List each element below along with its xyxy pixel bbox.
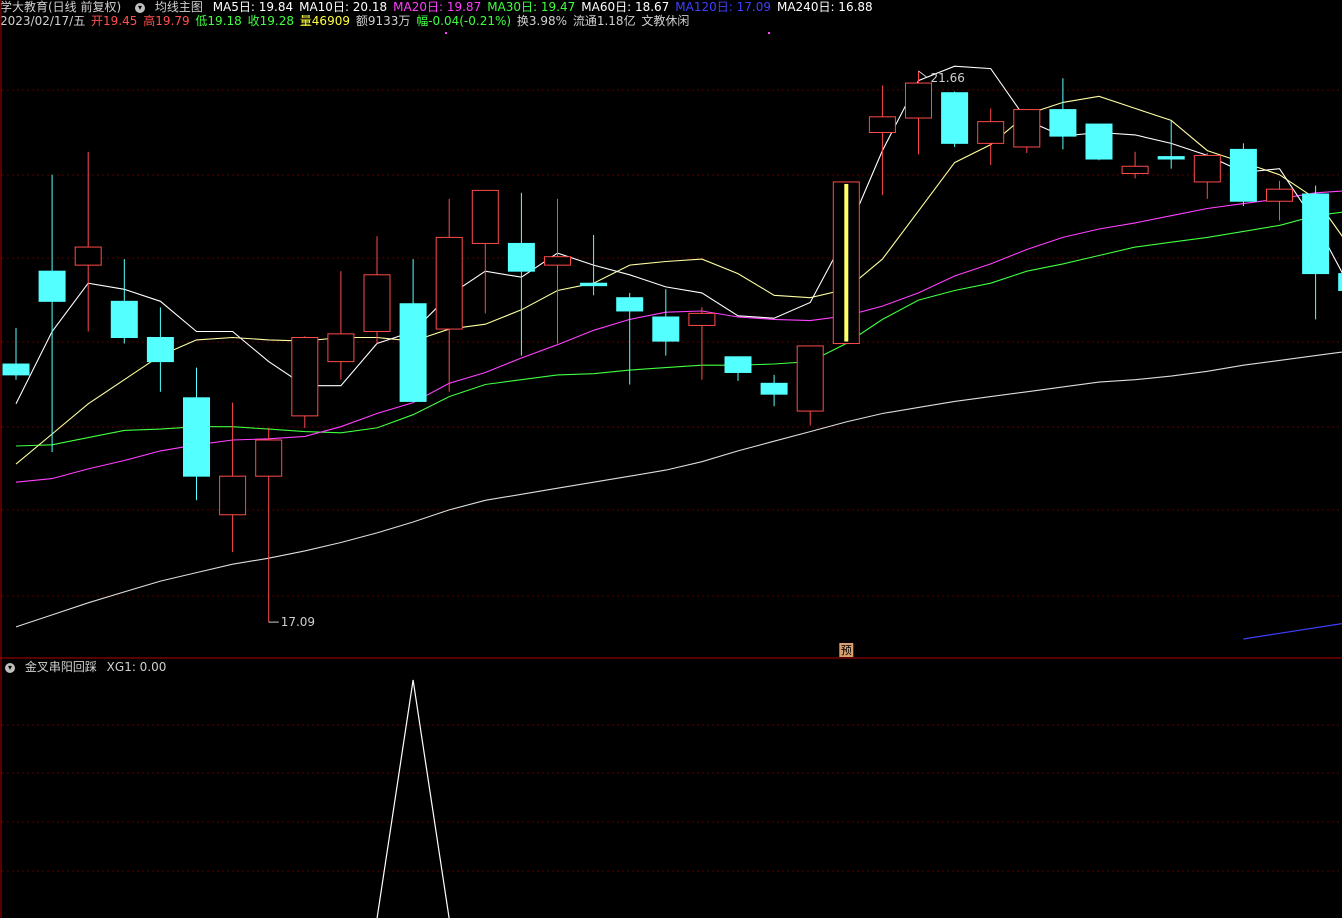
candle-body[interactable] — [616, 297, 644, 312]
candle-body[interactable] — [74, 246, 102, 266]
candle-body[interactable] — [1121, 165, 1149, 175]
forecast-marker-label: 预 — [841, 644, 852, 657]
candle-body[interactable] — [1229, 148, 1257, 202]
ma60-line — [15, 351, 1342, 628]
signal-dot — [768, 32, 770, 34]
ma5-line — [15, 65, 1342, 405]
candle-body[interactable] — [363, 274, 391, 332]
candle-body[interactable] — [471, 189, 499, 244]
min-price-label: 17.09 — [281, 615, 315, 629]
candle-body[interactable] — [1302, 193, 1330, 275]
candle-body[interactable] — [941, 92, 969, 144]
candle-body[interactable] — [1085, 123, 1113, 160]
xg1-spike-line — [376, 679, 450, 918]
candle-body[interactable] — [544, 256, 571, 266]
candle-body[interactable] — [1157, 156, 1185, 160]
ma10-line — [15, 95, 1342, 465]
candle-body[interactable] — [507, 242, 535, 272]
sub-indicator-toggle-icon[interactable]: ▾ — [5, 662, 15, 673]
signal-dot — [445, 32, 447, 34]
candle-body[interactable] — [724, 356, 752, 373]
candle-body[interactable] — [327, 333, 355, 363]
candle-body[interactable] — [760, 382, 788, 395]
candle-body[interactable] — [183, 397, 210, 477]
candle-body[interactable] — [291, 337, 319, 417]
candle-body[interactable] — [219, 475, 247, 516]
candle-body[interactable] — [580, 282, 608, 287]
candle-body[interactable] — [1049, 109, 1077, 137]
candle-body[interactable] — [868, 116, 896, 134]
max-marker-line — [918, 70, 927, 78]
ma120-line — [1243, 622, 1342, 640]
kline-chart[interactable]: 21.66 17.09 预 — [0, 0, 1342, 918]
candle-body[interactable] — [255, 439, 283, 477]
sub-indicator-header: ▾ 金叉串阳回踩 XG1: 0.00 — [0, 660, 172, 674]
candle-body[interactable] — [1013, 109, 1041, 148]
candle-body[interactable] — [796, 345, 824, 412]
sub-indicator-value: XG1: 0.00 — [106, 660, 167, 674]
max-price-label: 21.66 — [931, 71, 965, 85]
candle-body[interactable] — [399, 303, 427, 402]
candle-body[interactable] — [110, 300, 138, 338]
candle-body[interactable] — [2, 363, 30, 376]
candle-body[interactable] — [435, 236, 463, 330]
candle-body[interactable] — [652, 316, 680, 342]
candle-body[interactable] — [146, 337, 174, 363]
candle-body[interactable] — [688, 312, 716, 326]
signal-highlight-bar — [844, 183, 849, 342]
sub-indicator-name[interactable]: 金叉串阳回踩 — [25, 660, 97, 674]
candle-body[interactable] — [38, 270, 66, 302]
candle-body[interactable] — [905, 82, 932, 119]
candle-body[interactable] — [1193, 154, 1221, 183]
candle-body[interactable] — [1266, 188, 1293, 202]
candle-body[interactable] — [977, 121, 1005, 144]
